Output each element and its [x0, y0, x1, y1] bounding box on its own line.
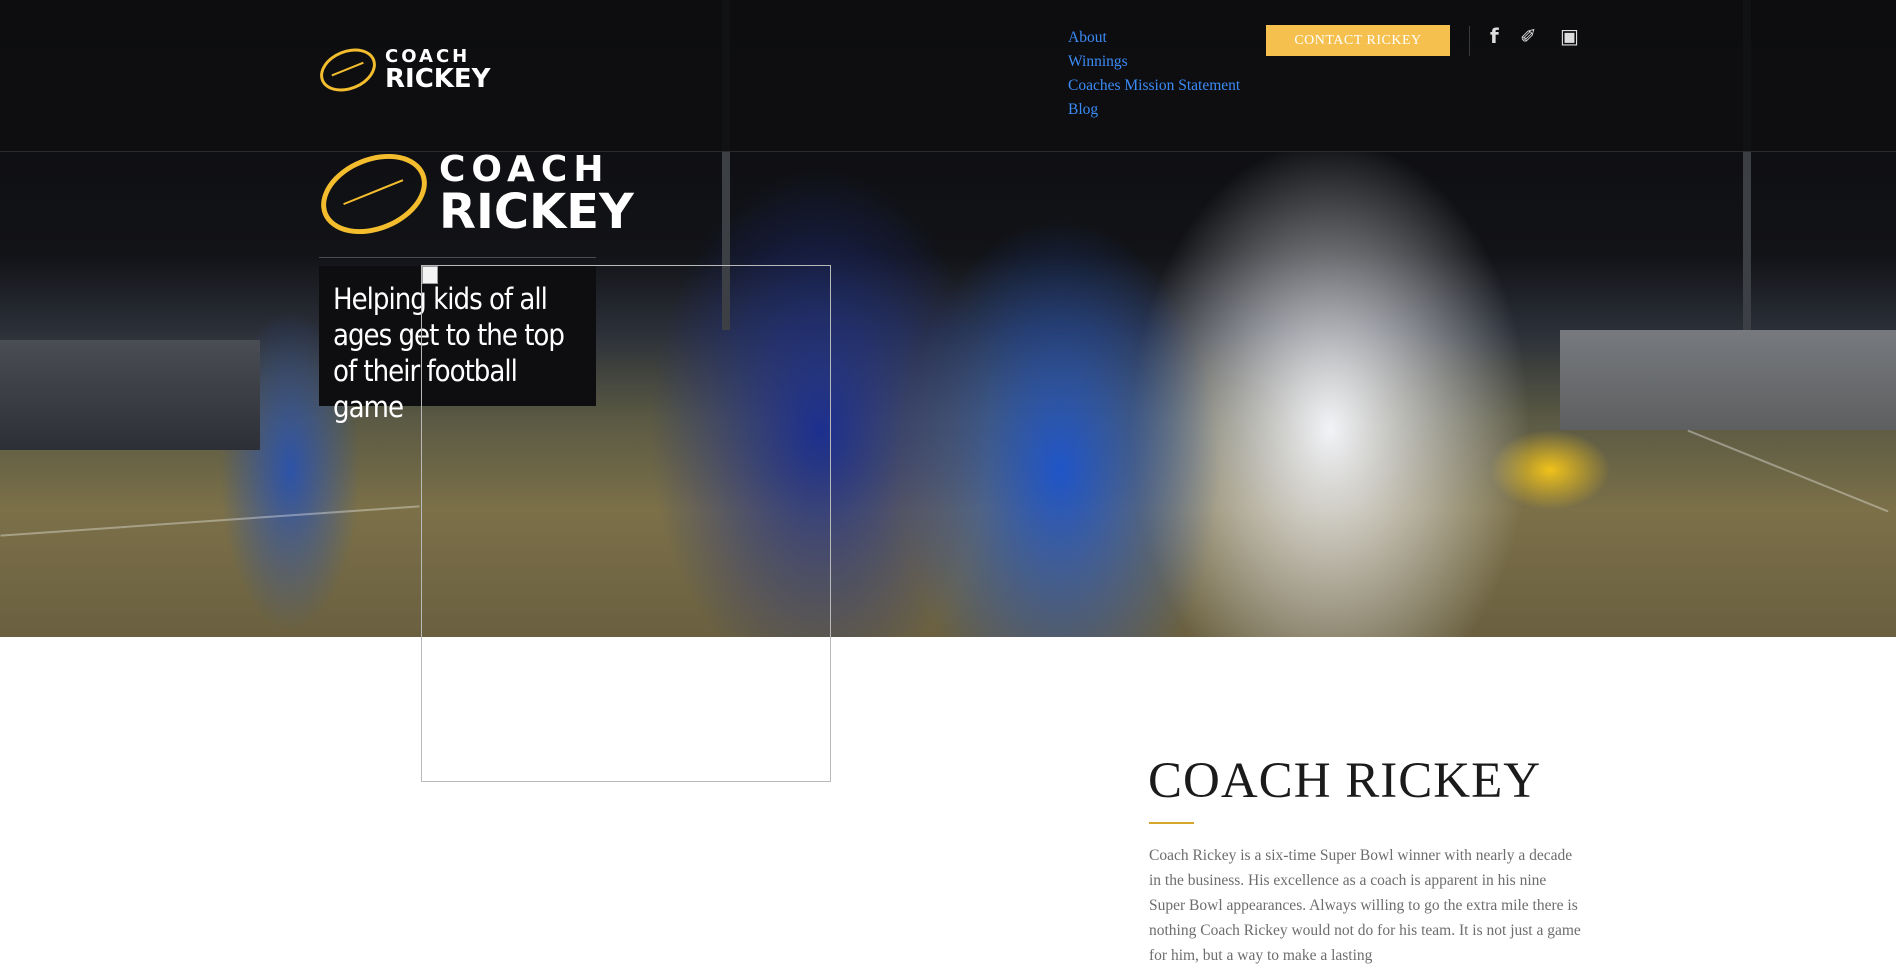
nav-winnings[interactable]: Winnings: [1068, 50, 1240, 74]
football-icon: [313, 40, 383, 100]
about-title: COACH RICKEY: [1148, 753, 1542, 809]
bleachers: [1560, 330, 1896, 430]
nav-mission-statement[interactable]: Coaches Mission Statement: [1068, 74, 1240, 98]
hero-logo-line-2: RICKEY: [439, 184, 634, 240]
site-header: COACH RICKEY About Winnings Coaches Miss…: [0, 0, 1896, 152]
main-nav: About Winnings Coaches Mission Statement…: [1068, 26, 1240, 122]
nav-blog[interactable]: Blog: [1068, 98, 1240, 122]
stadium-building: [0, 340, 260, 450]
coach-image-placeholder: [421, 265, 831, 782]
header-divider: [1469, 26, 1470, 56]
facebook-icon[interactable]: f: [1490, 24, 1499, 48]
field-line: [0, 505, 420, 537]
twitter-icon[interactable]: ✐: [1520, 24, 1537, 48]
contact-button[interactable]: CONTACT RICKEY: [1266, 25, 1450, 56]
hero-divider: [319, 257, 596, 258]
about-bio: Coach Rickey is a six-time Super Bowl wi…: [1149, 847, 1581, 964]
field-line: [1687, 429, 1889, 513]
broken-image-icon: [422, 266, 438, 284]
football-icon: [309, 139, 439, 249]
nav-about[interactable]: About: [1068, 26, 1240, 50]
logo-line-2: RICKEY: [385, 64, 491, 94]
header-logo[interactable]: COACH RICKEY: [313, 40, 491, 100]
hero-logo-line-1: COACH: [439, 149, 610, 190]
hero-logo: COACH RICKEY: [309, 139, 634, 249]
title-accent-line: [1149, 822, 1194, 824]
instagram-icon[interactable]: ▣: [1560, 24, 1579, 48]
